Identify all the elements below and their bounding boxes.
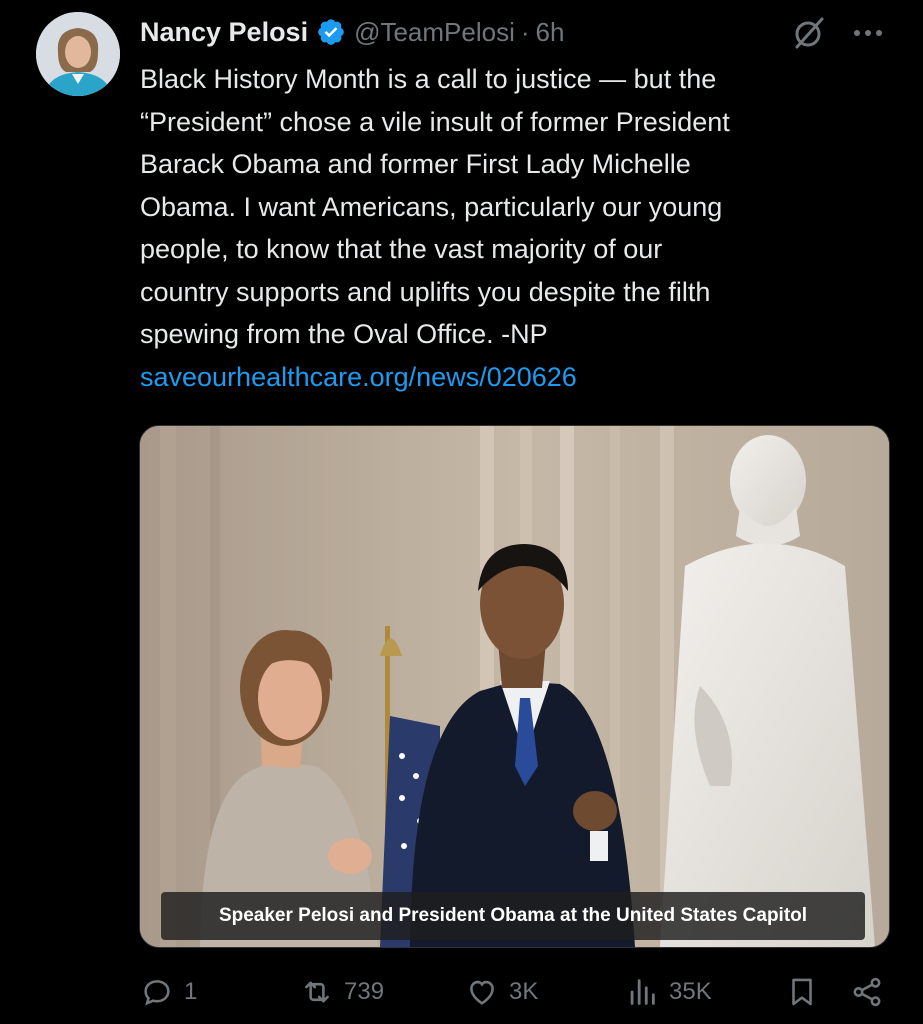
more-icon[interactable] — [850, 18, 886, 48]
like-icon — [470, 980, 494, 1005]
tweet-text: Black History Month is a call to justice… — [140, 58, 900, 356]
like-button[interactable]: 3K — [465, 962, 538, 1022]
tweet-link[interactable]: saveourhealthcare.org/news/020626 — [140, 356, 577, 398]
tweet-text-line: country supports and uplifts you despite… — [140, 276, 711, 307]
repost-button[interactable]: 739 — [300, 962, 384, 1022]
tweet-text-line: Barack Obama and former First Lady Miche… — [140, 149, 691, 179]
tweet-image[interactable] — [139, 425, 890, 948]
repost-count: 739 — [344, 978, 385, 1005]
tweet-text-line: spewing from the Oval Office. -NP — [140, 319, 548, 349]
bookmark-icon — [792, 978, 812, 1006]
views-count: 35K — [669, 978, 712, 1005]
author-handle[interactable]: @TeamPelosi — [354, 17, 515, 48]
share-icon — [853, 977, 881, 1007]
action-bar: 1 739 3K 35K — [140, 962, 900, 1022]
tweet-text-line: people, to know that the vast majority o… — [140, 234, 663, 264]
reply-count: 1 — [184, 978, 198, 1005]
tweet-header: Nancy Pelosi @TeamPelosi · 6h — [140, 12, 564, 52]
tweet-time[interactable]: 6h — [536, 17, 565, 48]
reply-icon — [144, 980, 170, 1006]
separator-dot: · — [520, 16, 530, 47]
author-name[interactable]: Nancy Pelosi — [140, 17, 308, 48]
share-button[interactable] — [850, 962, 894, 1022]
verified-badge-icon[interactable] — [316, 17, 346, 47]
views-icon — [630, 979, 655, 1005]
like-count: 3K — [509, 978, 539, 1005]
repost-icon — [305, 981, 329, 1003]
tweet-text-line: “President” chose a vile insult of forme… — [140, 106, 730, 137]
tweet-text-line: Obama. I want Americans, particularly ou… — [140, 191, 723, 222]
views-button[interactable]: 35K — [625, 962, 712, 1022]
bookmark-button[interactable] — [785, 962, 829, 1022]
image-caption: Speaker Pelosi and President Obama at th… — [161, 892, 865, 940]
grok-icon[interactable] — [792, 16, 826, 50]
avatar[interactable] — [36, 12, 120, 96]
reply-button[interactable]: 1 — [140, 962, 197, 1022]
tweet-text-line: Black History Month is a call to justice… — [140, 64, 717, 94]
